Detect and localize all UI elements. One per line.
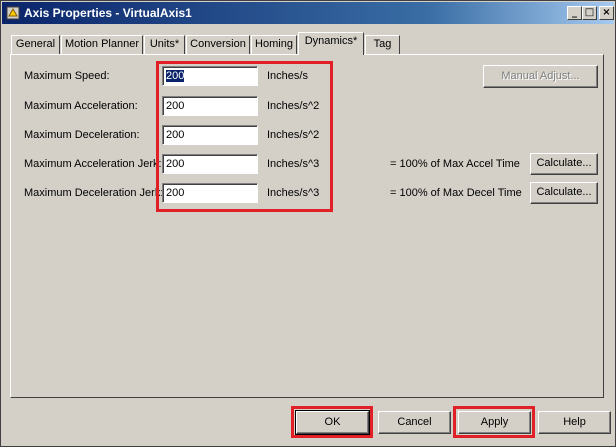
max-decel-time-note: = 100% of Max Decel Time	[390, 187, 522, 199]
help-button[interactable]: Help	[538, 411, 611, 434]
title-bar[interactable]: Axis Properties - VirtualAxis1 _ □ ×	[2, 2, 614, 24]
tab-general[interactable]: General	[11, 35, 60, 54]
max-decel-jerk-label: Maximum Deceleration Jerk:	[24, 187, 164, 199]
calculate-accel-button[interactable]: Calculate...	[530, 153, 598, 175]
manual-adjust-button[interactable]: Manual Adjust...	[483, 65, 598, 88]
minimize-button[interactable]: _	[567, 6, 582, 20]
tab-conversion[interactable]: Conversion	[186, 35, 250, 54]
max-speed-label: Maximum Speed:	[24, 70, 110, 82]
tab-tag[interactable]: Tag	[365, 35, 400, 54]
inputs-highlight-box	[156, 61, 333, 212]
max-accel-jerk-label: Maximum Acceleration Jerk:	[24, 158, 162, 170]
calculate-decel-button[interactable]: Calculate...	[530, 182, 598, 204]
close-button[interactable]: ×	[599, 6, 614, 20]
cancel-button[interactable]: Cancel	[378, 411, 451, 434]
window-title: Axis Properties - VirtualAxis1	[24, 6, 192, 20]
axis-properties-window: Axis Properties - VirtualAxis1 _ □ × Gen…	[0, 0, 616, 447]
tab-motion-planner[interactable]: Motion Planner	[61, 35, 143, 54]
tab-units[interactable]: Units*	[144, 35, 185, 54]
maximize-button[interactable]: □	[582, 6, 597, 20]
apply-highlight-box	[453, 406, 535, 438]
max-decel-label: Maximum Deceleration:	[24, 129, 140, 141]
ok-highlight-box	[291, 406, 373, 438]
tab-dynamics[interactable]: Dynamics*	[298, 32, 364, 55]
axis-properties-icon	[6, 6, 20, 20]
max-accel-label: Maximum Acceleration:	[24, 100, 138, 112]
max-accel-time-note: = 100% of Max Accel Time	[390, 158, 520, 170]
tab-homing[interactable]: Homing	[251, 35, 297, 54]
